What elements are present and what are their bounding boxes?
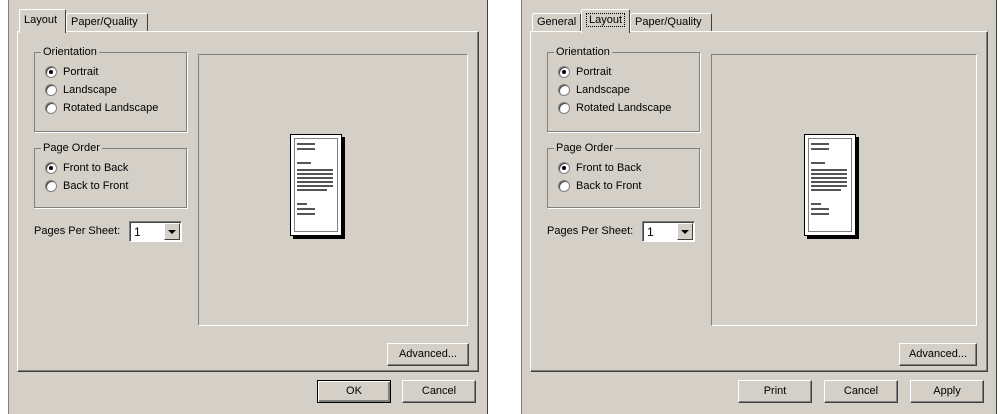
pages-per-sheet-select[interactable]: 1 — [129, 221, 182, 242]
page-preview — [711, 54, 977, 326]
radio-indicator[interactable] — [45, 84, 57, 96]
radio-indicator[interactable] — [45, 102, 57, 114]
advanced-button[interactable]: Advanced... — [899, 343, 977, 366]
pages-per-sheet-label: Pages Per Sheet: — [547, 225, 634, 237]
radio-front-to-back-label: Front to Back — [63, 162, 129, 174]
cancel-button[interactable]: Cancel — [824, 380, 898, 403]
ok-button[interactable]: OK — [317, 380, 391, 403]
radio-indicator[interactable] — [558, 102, 570, 114]
page-order-legend: Page Order — [556, 142, 613, 154]
pages-per-sheet-value: 1 — [134, 225, 141, 239]
tab-paper-quality-label: Paper/Quality — [71, 16, 138, 28]
tab-layout[interactable]: Layout — [581, 9, 630, 33]
radio-indicator[interactable] — [45, 180, 57, 192]
radio-indicator[interactable] — [558, 84, 570, 96]
tab-layout-label: Layout — [24, 14, 58, 26]
cancel-button-label: Cancel — [843, 385, 879, 397]
radio-landscape[interactable]: Landscape — [558, 82, 630, 98]
tab-general[interactable]: General — [532, 13, 581, 32]
orientation-legend: Orientation — [43, 46, 97, 58]
cancel-button-label: Cancel — [421, 385, 457, 397]
page-order-group: Page Order Front to Back Back to Front — [34, 142, 187, 208]
radio-portrait-label: Portrait — [63, 66, 99, 78]
radio-indicator[interactable] — [558, 66, 570, 78]
layout-dialog-left: Layout Paper/Quality Orientation Portrai… — [8, 0, 488, 414]
pages-per-sheet-select[interactable]: 1 — [642, 221, 695, 242]
radio-landscape[interactable]: Landscape — [45, 82, 117, 98]
radio-back-to-front-label: Back to Front — [576, 180, 642, 192]
orientation-legend: Orientation — [556, 46, 610, 58]
radio-rotated-landscape[interactable]: Rotated Landscape — [558, 100, 671, 116]
print-button[interactable]: Print — [738, 380, 812, 403]
advanced-button-label: Advanced... — [908, 348, 968, 360]
tab-page-layout: Orientation Portrait Landscape Rotated L… — [17, 31, 479, 372]
orientation-group: Orientation Portrait Landscape Rotated L… — [34, 46, 187, 132]
advanced-button-label: Advanced... — [398, 348, 458, 360]
tab-layout[interactable]: Layout — [19, 9, 66, 33]
radio-indicator[interactable] — [45, 66, 57, 78]
radio-indicator[interactable] — [558, 180, 570, 192]
page-order-group: Page Order Front to Back Back to Front — [547, 142, 700, 208]
radio-back-to-front[interactable]: Back to Front — [558, 178, 641, 194]
layout-dialog-right: General Layout Paper/Quality Orientation… — [521, 0, 997, 414]
radio-rotated-landscape[interactable]: Rotated Landscape — [45, 100, 158, 116]
chevron-down-icon[interactable] — [677, 223, 693, 240]
radio-portrait[interactable]: Portrait — [45, 64, 98, 80]
radio-landscape-label: Landscape — [576, 84, 630, 96]
tab-paper-quality[interactable]: Paper/Quality — [66, 13, 148, 32]
radio-back-to-front[interactable]: Back to Front — [45, 178, 128, 194]
tab-general-label: General — [537, 16, 577, 28]
radio-rotated-landscape-label: Rotated Landscape — [63, 102, 159, 114]
page-preview-icon — [290, 134, 342, 236]
radio-back-to-front-label: Back to Front — [63, 180, 129, 192]
page-preview — [198, 54, 468, 326]
apply-button-label: Apply — [933, 385, 961, 397]
ok-button-label: OK — [346, 385, 362, 397]
radio-front-to-back-label: Front to Back — [576, 162, 642, 174]
radio-landscape-label: Landscape — [63, 84, 117, 96]
print-button-label: Print — [763, 385, 787, 397]
radio-front-to-back[interactable]: Front to Back — [558, 160, 641, 176]
chevron-down-icon[interactable] — [164, 223, 180, 240]
apply-button[interactable]: Apply — [910, 380, 984, 403]
radio-indicator[interactable] — [45, 162, 57, 174]
tab-layout-label: Layout — [586, 13, 626, 27]
page-order-legend: Page Order — [43, 142, 100, 154]
radio-portrait-label: Portrait — [576, 66, 612, 78]
tab-paper-quality[interactable]: Paper/Quality — [630, 13, 712, 32]
orientation-group: Orientation Portrait Landscape Rotated L… — [547, 46, 700, 132]
radio-indicator[interactable] — [558, 162, 570, 174]
page-preview-icon — [804, 134, 856, 236]
tab-page-layout: Orientation Portrait Landscape Rotated L… — [530, 31, 988, 372]
radio-rotated-landscape-label: Rotated Landscape — [576, 102, 672, 114]
pages-per-sheet-label: Pages Per Sheet: — [34, 225, 121, 237]
tab-paper-quality-label: Paper/Quality — [635, 16, 702, 28]
radio-front-to-back[interactable]: Front to Back — [45, 160, 128, 176]
pages-per-sheet-value: 1 — [647, 225, 654, 239]
advanced-button[interactable]: Advanced... — [387, 343, 469, 366]
cancel-button[interactable]: Cancel — [402, 380, 476, 403]
radio-portrait[interactable]: Portrait — [558, 64, 611, 80]
